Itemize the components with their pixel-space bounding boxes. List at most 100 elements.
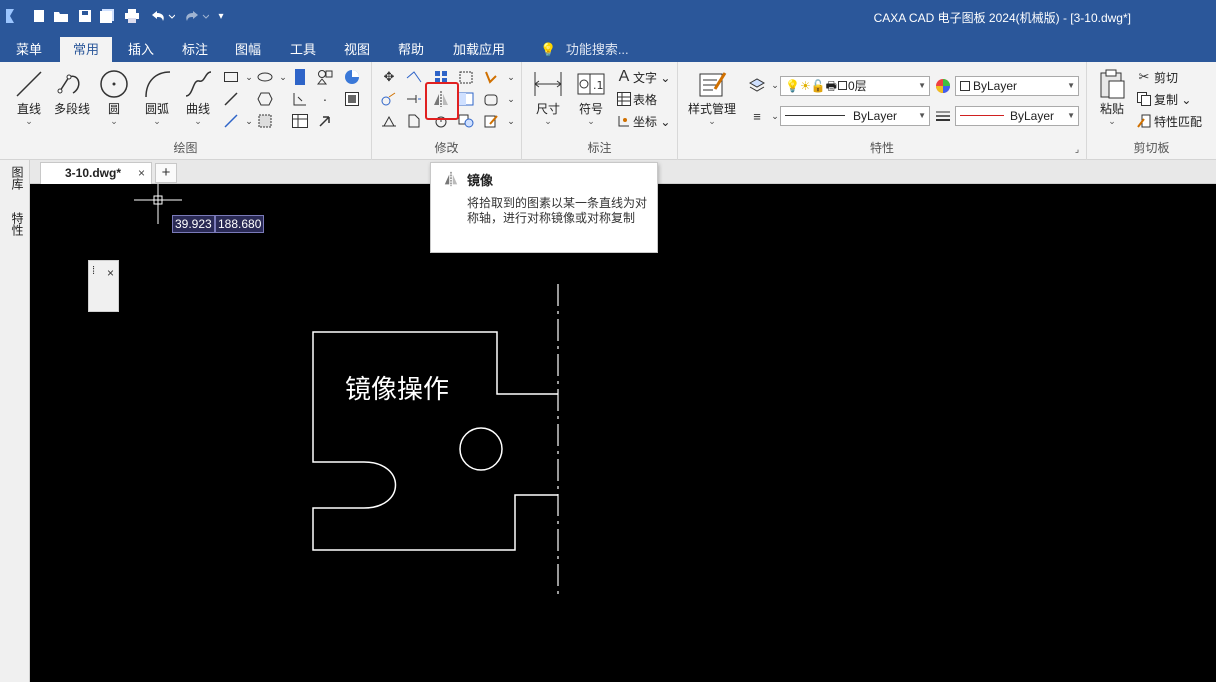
library-panel-tab[interactable]: 图库 <box>9 166 24 190</box>
circle-button[interactable]: 圆 ⌄ <box>92 68 136 126</box>
app-logo-icon[interactable] <box>2 7 20 25</box>
fillet-icon[interactable] <box>482 68 500 86</box>
coord-x-readout: 39.923 <box>172 215 215 233</box>
layer-select[interactable]: 💡☀🔓🖶 0层 ▼ <box>780 76 930 96</box>
chevron-down-icon: ⌄ <box>544 116 552 126</box>
text-button[interactable]: 文字 ⌄ <box>633 69 670 86</box>
linetype-icon[interactable]: ≡ <box>748 107 766 125</box>
chevron-down-icon[interactable]: ⌄ <box>502 112 520 130</box>
arc-button[interactable]: 圆弧 ⌄ <box>135 68 179 126</box>
line-icon <box>13 68 45 100</box>
save-all-icon[interactable] <box>98 7 116 25</box>
copy-button[interactable]: 复制 ⌄ <box>1154 91 1191 108</box>
new-file-icon[interactable] <box>30 7 48 25</box>
copy-object-icon[interactable] <box>457 112 475 130</box>
layer-manager-icon[interactable] <box>748 76 766 94</box>
edit-icon[interactable] <box>482 112 500 130</box>
line-button[interactable]: 直线 ⌄ <box>7 68 51 126</box>
print-icon[interactable] <box>123 7 141 25</box>
coordinate-button[interactable]: 坐标 ⌄ <box>633 113 670 130</box>
chevron-down-icon: ▼ <box>1067 81 1075 90</box>
document-tab[interactable]: 3-10.dwg* × <box>40 162 152 184</box>
frame-icon[interactable] <box>343 90 361 108</box>
match-properties-button[interactable]: 特性匹配 <box>1154 113 1202 130</box>
polygon-icon[interactable] <box>256 90 274 108</box>
customize-toolbar-icon[interactable]: ▾ <box>214 7 228 25</box>
erase-icon[interactable] <box>380 112 398 130</box>
drawing-text[interactable]: 镜像操作 <box>345 375 449 405</box>
linetype-select[interactable]: ByLayer ▼ <box>780 106 930 126</box>
paste-button[interactable]: 粘贴 ⌄ <box>1091 68 1133 126</box>
table-button[interactable]: 表格 <box>633 91 657 108</box>
cut-button[interactable]: 剪切 <box>1154 69 1178 86</box>
feature-search[interactable]: 💡 功能搜索... <box>540 37 629 62</box>
close-tab-icon[interactable]: × <box>138 163 145 183</box>
drawing-canvas[interactable]: 镜像操作 39.923 188.680 ⁞ × <box>30 184 1216 682</box>
tab-annotate[interactable]: 标注 <box>176 37 214 62</box>
part-hole[interactable] <box>459 427 503 471</box>
construction-line-icon[interactable] <box>222 112 240 130</box>
ellipse-icon[interactable] <box>256 68 274 86</box>
floating-mini-panel[interactable]: ⁞ × <box>88 260 119 312</box>
curve-button[interactable]: 曲线 ⌄ <box>176 68 220 126</box>
redo-icon[interactable] <box>182 7 210 25</box>
tab-view[interactable]: 视图 <box>338 37 376 62</box>
tab-tools[interactable]: 工具 <box>284 37 322 62</box>
save-icon[interactable] <box>76 7 94 25</box>
chevron-down-icon[interactable]: ⌄ <box>502 90 520 108</box>
dimension-button[interactable]: 尺寸 ⌄ <box>526 68 570 126</box>
drawing-area[interactable]: 镜像操作 <box>30 184 1216 682</box>
open-folder-icon[interactable] <box>52 7 70 25</box>
tab-sheet[interactable]: 图幅 <box>229 37 267 62</box>
tab-insert[interactable]: 插入 <box>122 37 160 62</box>
chamfer-icon[interactable] <box>482 90 500 108</box>
svg-text:.1: .1 <box>593 79 604 92</box>
color-wheel-icon[interactable] <box>934 77 952 95</box>
stretch-icon[interactable] <box>457 90 475 108</box>
mirror-icon <box>444 171 458 187</box>
chevron-down-icon: ⌄ <box>587 116 595 126</box>
chevron-down-icon[interactable]: ⌄ <box>274 68 292 86</box>
clipboard-group: 粘贴 ⌄ ✂ 剪切 复制 ⌄ 特性匹配 剪切板 <box>1087 62 1216 160</box>
centerline-icon[interactable] <box>222 90 240 108</box>
properties-panel-tab[interactable]: 特性 <box>9 212 24 236</box>
lineweight-icon[interactable] <box>934 107 952 125</box>
table-draw-icon[interactable] <box>291 112 309 130</box>
block-icon[interactable] <box>316 68 334 86</box>
scale-icon[interactable] <box>457 68 475 86</box>
style-manager-button[interactable]: 样式管理 ⌄ <box>684 68 740 126</box>
pointer-icon[interactable] <box>316 112 334 130</box>
style-manager-label: 样式管理 <box>687 102 736 116</box>
extend-icon[interactable] <box>405 90 423 108</box>
trim-icon[interactable] <box>405 68 423 86</box>
panel-grip-icon[interactable]: ⁞ <box>92 265 95 277</box>
tab-menu[interactable]: 菜单 <box>10 37 48 62</box>
new-tab-button[interactable]: + <box>155 163 177 183</box>
tab-home[interactable]: 常用 <box>60 37 112 62</box>
close-panel-icon[interactable]: × <box>107 266 114 280</box>
chevron-down-icon[interactable]: ⌄ <box>502 68 520 86</box>
tab-help[interactable]: 帮助 <box>392 37 430 62</box>
point-icon[interactable]: · <box>316 90 334 108</box>
rotate-icon[interactable] <box>380 90 398 108</box>
symbol-button[interactable]: .1 符号 ⌄ <box>569 68 613 126</box>
tab-load-apps[interactable]: 加载应用 <box>447 37 511 62</box>
curve-label: 曲线 <box>185 102 210 116</box>
polyline-button[interactable]: 多段线 <box>50 68 94 117</box>
color-select[interactable]: ByLayer ▼ <box>955 76 1079 96</box>
printer-icon: 🖶 <box>825 79 837 93</box>
explode-icon[interactable] <box>405 112 423 130</box>
hatch-icon[interactable] <box>291 68 309 86</box>
rectangle-icon[interactable] <box>222 68 240 86</box>
linetype-sample <box>785 115 845 116</box>
feature-search-placeholder: 功能搜索... <box>565 42 629 57</box>
region-icon[interactable] <box>256 112 274 130</box>
undo-icon[interactable] <box>148 7 176 25</box>
ribbon-tabs: 菜单 常用 插入 标注 图幅 工具 视图 帮助 加载应用 💡 功能搜索... <box>0 34 1216 62</box>
gradient-icon[interactable] <box>343 68 361 86</box>
part-outline[interactable] <box>312 331 558 551</box>
offset-line-icon[interactable] <box>291 90 309 108</box>
move-icon[interactable]: ✥ <box>380 68 398 86</box>
lineweight-select[interactable]: ByLayer ▼ <box>955 106 1079 126</box>
polyline-label: 多段线 <box>53 102 90 116</box>
